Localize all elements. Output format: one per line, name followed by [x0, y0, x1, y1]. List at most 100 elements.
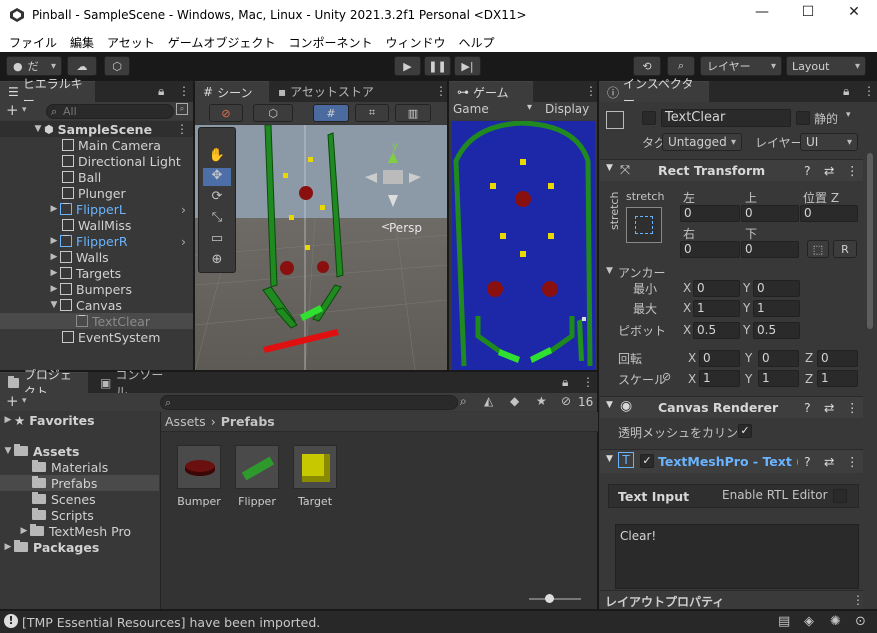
pause-button[interactable]: ❚❚ [424, 56, 451, 76]
move-tool-icon[interactable]: ✥ [203, 168, 231, 186]
close-button[interactable]: ✕ [831, 4, 877, 28]
maximize-button[interactable]: ☐ [785, 4, 831, 28]
right-field[interactable]: 0 [680, 241, 740, 258]
preset-icon[interactable]: ⇄ [824, 163, 834, 178]
tab-hierarchy[interactable]: ☰ ヒエラルキー [0, 77, 95, 108]
preset-icon[interactable]: ⇄ [824, 454, 834, 469]
breadcrumb-assets[interactable]: Assets [165, 414, 206, 429]
list-item[interactable]: Ball [0, 169, 193, 185]
step-button[interactable]: ▶| [454, 56, 481, 76]
expand-icon[interactable]: ▼ [606, 163, 613, 173]
blueprint-mode-button[interactable]: ⬚ [807, 240, 829, 258]
textmeshpro-header[interactable]: ▼ T ✓ TextMeshPro - Text (U ? ⇄ ⋮ [600, 449, 863, 473]
add-icon[interactable]: + [6, 392, 19, 410]
asset-tile[interactable]: Target [293, 445, 337, 508]
expand-icon[interactable]: ▶ [48, 204, 60, 214]
minimize-button[interactable]: — [739, 4, 785, 28]
more-menu-icon[interactable]: ⋮ [863, 84, 875, 98]
filter-type-icon[interactable]: ◭ [484, 394, 493, 408]
rect-transform-header[interactable]: ▼ ⤧ Rect Transform ? ⇄ ⋮ [600, 159, 863, 181]
chevron-down-icon[interactable]: ▾ [22, 105, 27, 115]
account-dropdown[interactable]: ● だ [6, 56, 62, 76]
expand-icon[interactable]: ▼ [606, 454, 613, 464]
chevron-down-icon[interactable]: ▾ [22, 396, 27, 406]
list-item[interactable]: EventSystem [0, 329, 193, 345]
list-item-selected[interactable]: Prefabs [0, 475, 159, 491]
expand-icon[interactable]: ▶ [48, 236, 60, 246]
expand-icon[interactable]: ▶ [48, 284, 60, 294]
cloud-button[interactable]: ☁ [67, 56, 97, 76]
rotation-y-field[interactable]: 0 [758, 350, 799, 367]
gizmo-button[interactable]: ▥ [395, 104, 431, 122]
layout-properties-bar[interactable]: レイアウトプロパティ ⋮ [600, 590, 864, 609]
expand-icon[interactable]: ▶ [48, 268, 60, 278]
chevron-right-icon[interactable]: › [181, 234, 186, 249]
search-button[interactable]: ⌕ [667, 56, 695, 76]
list-item[interactable]: Scripts [0, 507, 159, 523]
expand-icon[interactable]: ▼ [32, 124, 44, 134]
shading-button[interactable]: ⬡ [253, 104, 293, 122]
menu-help[interactable]: ヘルプ [458, 34, 494, 51]
debug-mode-icon[interactable]: ✺ [830, 614, 841, 629]
inspector-scrollbar[interactable] [867, 153, 873, 329]
cull-transparent-checkbox[interactable]: ✓ [738, 424, 752, 438]
rotate-tool-icon[interactable]: ⟳ [203, 189, 231, 207]
favorites-row[interactable]: ▶ ★ Favorites [0, 412, 159, 428]
list-item[interactable]: Scenes [0, 491, 159, 507]
menu-component[interactable]: コンポーネント [288, 34, 372, 51]
asset-tile[interactable]: Flipper [235, 445, 279, 508]
expand-icon[interactable]: ▶ [2, 415, 14, 425]
list-item[interactable]: ▶ Bumpers [0, 281, 193, 297]
active-checkbox[interactable] [642, 111, 656, 125]
display-dropdown[interactable]: Display [545, 102, 597, 120]
expand-icon[interactable]: ▼ [606, 400, 613, 410]
scale-z-field[interactable]: 1 [817, 370, 858, 387]
expand-icon[interactable]: ▶ [2, 542, 14, 552]
auto-generate-lighting-icon[interactable]: ⊙ [855, 614, 866, 629]
lock-icon[interactable]: 🔒︎ [843, 84, 849, 99]
persp-label[interactable]: Persp [389, 221, 422, 235]
expand-icon[interactable]: ▼ [606, 266, 613, 276]
scale-tool-icon[interactable]: ⤡ [203, 210, 231, 228]
expand-icon[interactable]: ▶ [18, 526, 30, 536]
hand-tool-icon[interactable]: ✋ [203, 148, 231, 166]
lock-icon[interactable]: 🔒︎ [158, 84, 164, 99]
tab-scene[interactable]: # シーン [195, 81, 269, 102]
constrain-proportions-icon[interactable]: ⊘ [662, 370, 671, 383]
list-item[interactable]: Plunger [0, 185, 193, 201]
list-item[interactable]: WallMiss [0, 217, 193, 233]
anchor-max-y-field[interactable]: 1 [753, 300, 800, 317]
help-icon[interactable]: ? [804, 454, 811, 469]
tab-console[interactable]: ▣ コンソール [92, 368, 172, 399]
list-item[interactable]: ▶ FlipperR › [0, 233, 193, 249]
breadcrumb-prefabs[interactable]: Prefabs [221, 414, 275, 429]
text-input-area[interactable]: Clear! [615, 524, 859, 589]
tab-game[interactable]: ⊶ ゲーム [449, 81, 533, 102]
menu-assets[interactable]: アセット [107, 34, 155, 51]
scene-row[interactable]: ▼ ⬢ SampleScene ⋮ [0, 121, 193, 137]
anchor-min-y-field[interactable]: 0 [753, 280, 800, 297]
add-icon[interactable]: + [6, 101, 19, 119]
rotation-z-field[interactable]: 0 [817, 350, 858, 367]
scale-x-field[interactable]: 1 [699, 370, 740, 387]
more-menu-icon[interactable]: ⋮ [178, 84, 190, 98]
list-item[interactable]: Main Camera [0, 137, 193, 153]
canvas-renderer-header[interactable]: ▼ ◉ Canvas Renderer ? ⇄ ⋮ [600, 396, 863, 418]
expand-icon[interactable]: ▼ [2, 446, 14, 456]
expand-icon[interactable]: ▼ [48, 300, 60, 310]
component-menu-icon[interactable]: ⋮ [846, 163, 859, 178]
project-search-input[interactable]: ⌕ [160, 395, 458, 410]
posz-field[interactable]: 0 [800, 205, 858, 222]
more-menu-icon[interactable]: ⋮ [852, 593, 864, 607]
tab-project[interactable]: プロジェクト [0, 368, 88, 399]
list-item[interactable]: ▶ TextMesh Pro [0, 523, 159, 539]
increment-snap-button[interactable]: ⌗ [355, 104, 389, 122]
favorite-star-icon[interactable]: ★ [536, 394, 547, 408]
help-icon[interactable]: ? [804, 400, 811, 415]
list-item[interactable]: Directional Light [0, 153, 193, 169]
anchor-presets-button[interactable] [626, 207, 662, 243]
bottom-field[interactable]: 0 [741, 241, 799, 258]
assets-row[interactable]: ▼ Assets [0, 443, 159, 459]
more-menu-icon[interactable]: ⋮ [435, 84, 447, 98]
game-mode-dropdown[interactable]: Game ▾ [453, 102, 539, 120]
